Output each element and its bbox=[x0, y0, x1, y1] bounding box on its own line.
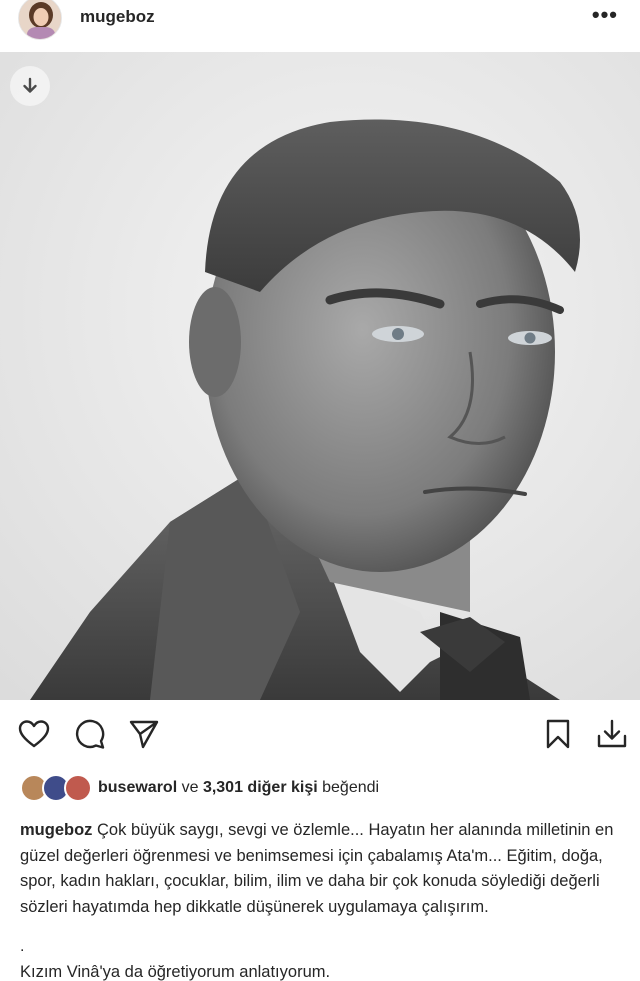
caption-username[interactable]: mugeboz bbox=[20, 821, 92, 839]
action-bar bbox=[0, 710, 640, 760]
more-options-icon[interactable]: ••• bbox=[592, 2, 618, 28]
caption-separator: . bbox=[20, 938, 25, 955]
caption-text: Çok büyük saygı, sevgi ve özlemle... Hay… bbox=[20, 821, 614, 916]
liker-username[interactable]: busewarol bbox=[98, 779, 177, 797]
liker-avatars[interactable] bbox=[20, 774, 94, 802]
bookmark-icon[interactable] bbox=[540, 716, 576, 752]
avatar[interactable] bbox=[18, 0, 62, 40]
post-image[interactable] bbox=[0, 52, 640, 700]
heart-icon[interactable] bbox=[16, 716, 52, 752]
post-header: mugeboz ••• bbox=[0, 0, 640, 52]
send-icon[interactable] bbox=[126, 716, 162, 752]
caption-second-line: Kızım Vinâ'ya da öğretiyorum anlatıyorum… bbox=[20, 963, 331, 981]
likes-summary: busewarol ve 3,301 diğer kişi beğendi bbox=[20, 774, 379, 802]
likes-connector: ve bbox=[177, 779, 203, 796]
comment-icon[interactable] bbox=[72, 716, 108, 752]
avatar bbox=[64, 774, 92, 802]
post-caption: mugeboz Çok büyük saygı, sevgi ve özleml… bbox=[20, 818, 630, 920]
likes-count[interactable]: 3,301 diğer kişi bbox=[203, 779, 318, 797]
download-icon[interactable] bbox=[10, 66, 50, 106]
likes-suffix: beğendi bbox=[317, 779, 380, 796]
download-icon[interactable] bbox=[594, 716, 630, 752]
post-username[interactable]: mugeboz bbox=[80, 7, 155, 27]
